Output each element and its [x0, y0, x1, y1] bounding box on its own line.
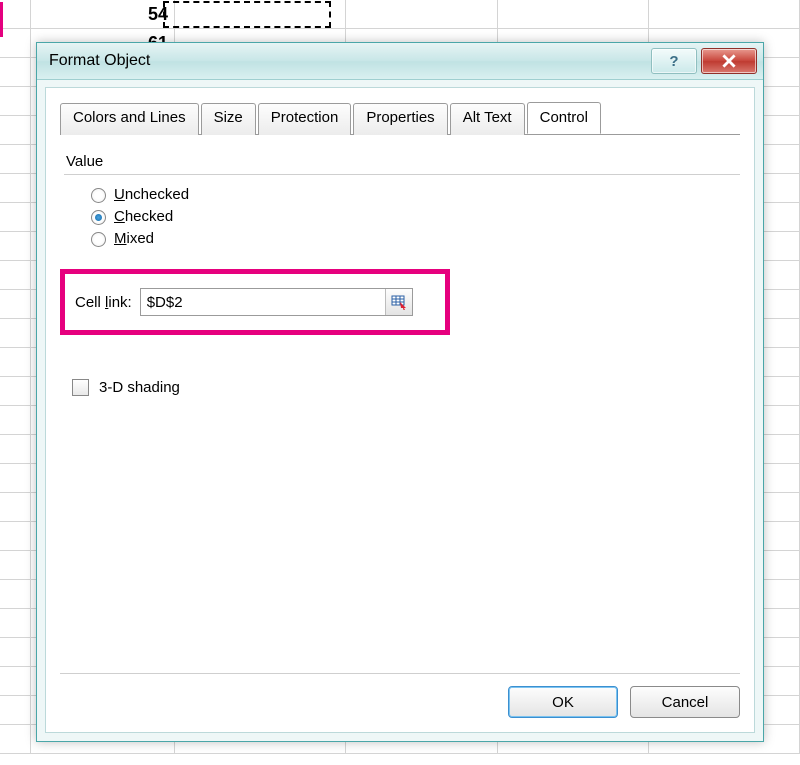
cell-link-input[interactable]: [141, 289, 385, 315]
radio-checked-input[interactable]: [91, 210, 106, 225]
cell-link-field: [140, 288, 413, 316]
close-icon: [722, 54, 736, 68]
dialog-body: Colors and Lines Size Protection Propert…: [45, 87, 755, 733]
footer-separator: [60, 673, 740, 674]
tab-control[interactable]: Control: [527, 102, 601, 134]
radio-mixed[interactable]: Mixed: [86, 229, 740, 247]
range-picker-button[interactable]: [385, 289, 412, 315]
help-button[interactable]: ?: [651, 48, 697, 74]
help-icon: ?: [669, 53, 678, 70]
tab-colors-and-lines[interactable]: Colors and Lines: [60, 103, 199, 135]
tab-alt-text[interactable]: Alt Text: [450, 103, 525, 135]
cell-value[interactable]: 54: [31, 0, 175, 29]
radio-checked[interactable]: Checked: [86, 207, 740, 225]
cell-link-label: Cell link:: [75, 294, 132, 311]
range-picker-icon: [391, 294, 407, 310]
value-group-label: Value: [66, 153, 740, 170]
tab-size[interactable]: Size: [201, 103, 256, 135]
shading-checkbox-box[interactable]: [72, 379, 89, 396]
radio-mixed-input[interactable]: [91, 232, 106, 247]
format-object-dialog: Format Object ? Colors and Lines Size Pr…: [36, 42, 764, 742]
dialog-footer: OK Cancel: [508, 686, 740, 718]
shading-checkbox[interactable]: 3-D shading: [72, 379, 740, 396]
tab-properties[interactable]: Properties: [353, 103, 447, 135]
radio-unchecked-input[interactable]: [91, 188, 106, 203]
ok-button[interactable]: OK: [508, 686, 618, 718]
close-button[interactable]: [701, 48, 757, 74]
radio-unchecked[interactable]: Unchecked: [86, 185, 740, 203]
tab-strip: Colors and Lines Size Protection Propert…: [60, 102, 740, 135]
selected-cell-outline: [163, 1, 331, 28]
cancel-button[interactable]: Cancel: [630, 686, 740, 718]
tab-protection[interactable]: Protection: [258, 103, 352, 135]
dialog-titlebar[interactable]: Format Object ?: [37, 43, 763, 80]
value-group-separator: [64, 174, 740, 175]
dialog-title: Format Object: [49, 52, 647, 70]
row-header-edge: [0, 2, 3, 37]
cell-link-highlight: Cell link:: [60, 269, 450, 335]
